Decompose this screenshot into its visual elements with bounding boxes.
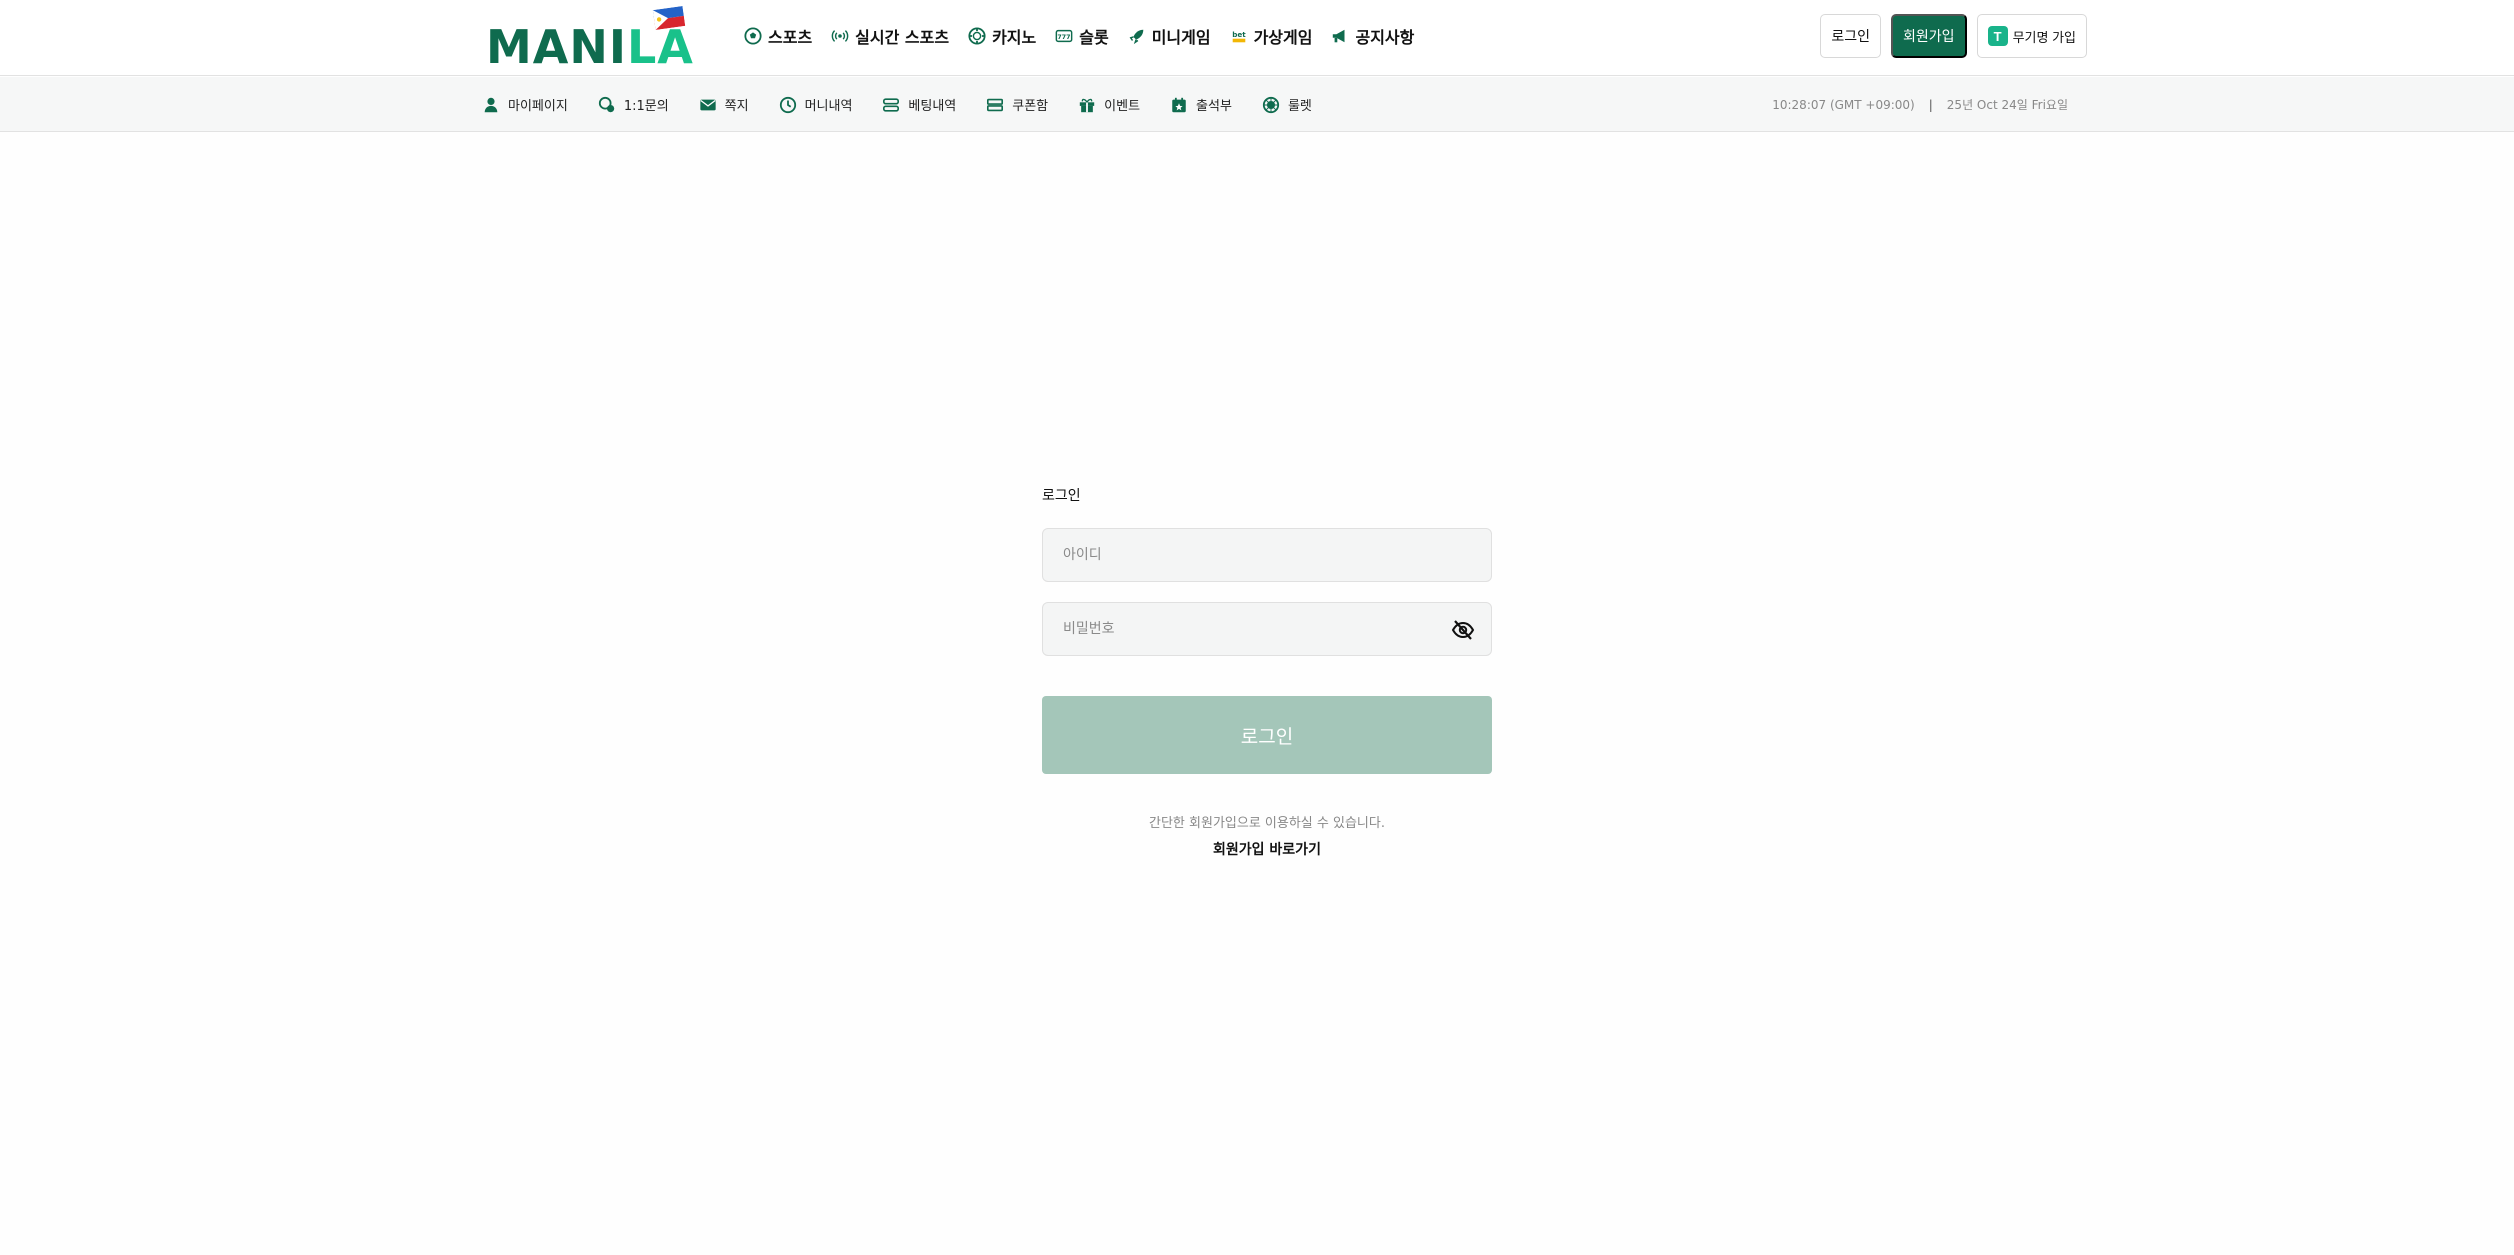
nav-item-label: 미니게임 <box>1151 28 1211 47</box>
nav-item-label: 스포츠 <box>768 28 813 47</box>
sub-item-inquiry[interactable]: 1:1문의 <box>598 95 669 114</box>
slot-machine-icon: 777 <box>1055 29 1073 43</box>
top-header: MANILA 스포츠 실시간 스포츠 카지노 777 슬롯 미니게임 bet 가… <box>0 0 2514 76</box>
envelope-icon <box>700 99 716 110</box>
nav-item-virtual-game[interactable]: bet 가상게임 <box>1230 24 1313 48</box>
login-button[interactable]: 로그인 <box>1820 14 1882 58</box>
nav-item-sports[interactable]: 스포츠 <box>744 24 812 48</box>
clock-icon <box>779 96 796 113</box>
id-field-wrap <box>1042 528 1492 582</box>
sub-item-label: 쪽지 <box>724 99 749 114</box>
sub-item-label: 이벤트 <box>1104 99 1141 114</box>
main-nav: 스포츠 실시간 스포츠 카지노 777 슬롯 미니게임 bet 가상게임 공지사… <box>744 22 1414 50</box>
sub-item-event[interactable]: 이벤트 <box>1078 95 1140 114</box>
bet-icon: bet <box>1232 30 1246 43</box>
svg-text:777: 777 <box>1058 34 1071 41</box>
sub-nav: 마이페이지 1:1문의 쪽지 머니내역 베팅내역 쿠폰함 이벤트 출석부 룰렛 <box>482 77 1312 132</box>
login-form: 로그인 로그인 간단한 회원가입으로 이용하실 수 있습니다. 회원가입 바로가… <box>1042 486 1492 859</box>
clock-date: 25년 Oct 24일 Fri요일 <box>1946 98 2068 112</box>
nav-item-label: 실시간 스포츠 <box>855 28 950 47</box>
chat-icon <box>598 96 615 112</box>
telegram-signup-label: 무기명 가입 <box>2012 29 2076 45</box>
signup-button[interactable]: 회원가입 <box>1891 14 1967 58</box>
login-submit-button[interactable]: 로그인 <box>1042 696 1492 774</box>
nav-item-casino[interactable]: 카지노 <box>968 24 1036 48</box>
login-title: 로그인 <box>1042 488 1081 504</box>
telegram-icon: T <box>1987 26 2008 46</box>
sub-item-mypage[interactable]: 마이페이지 <box>482 95 568 114</box>
nav-item-minigame[interactable]: 미니게임 <box>1128 24 1211 48</box>
nav-item-live-sports[interactable]: 실시간 스포츠 <box>831 24 949 48</box>
clock-separator: | <box>1928 97 1933 112</box>
nav-item-label: 가상게임 <box>1253 28 1313 47</box>
sub-nav-bar: 마이페이지 1:1문의 쪽지 머니내역 베팅내역 쿠폰함 이벤트 출석부 룰렛 … <box>0 77 2514 132</box>
megaphone-icon <box>1333 29 1345 43</box>
nav-item-notice[interactable]: 공지사항 <box>1331 24 1414 48</box>
gift-icon <box>1079 98 1095 112</box>
sub-item-label: 쿠폰함 <box>1012 99 1049 114</box>
sub-item-label: 마이페이지 <box>508 99 568 114</box>
sub-item-bet-history[interactable]: 베팅내역 <box>882 95 956 114</box>
clock-time: 10:28:07 (GMT +09:00) <box>1772 97 1915 112</box>
nav-item-slot[interactable]: 777 슬롯 <box>1055 24 1109 48</box>
password-field-wrap <box>1042 602 1492 656</box>
rocket-icon <box>1129 29 1143 45</box>
sub-item-label: 머니내역 <box>804 99 853 114</box>
logo-text: MANILA <box>486 20 694 74</box>
sub-item-coupon[interactable]: 쿠폰함 <box>986 95 1048 114</box>
broadcast-icon <box>831 30 849 42</box>
sub-item-label: 베팅내역 <box>908 99 957 114</box>
nav-item-label: 카지노 <box>992 28 1037 47</box>
roulette-icon <box>1262 96 1280 113</box>
sub-item-roulette[interactable]: 룰렛 <box>1262 95 1312 114</box>
nav-item-label: 슬롯 <box>1079 28 1109 47</box>
calendar-icon <box>1172 97 1186 112</box>
sub-item-label: 1:1문의 <box>623 99 669 114</box>
nav-item-label: 공지사항 <box>1355 28 1415 47</box>
soccer-ball-icon <box>744 27 762 45</box>
password-input[interactable] <box>1043 603 1491 655</box>
telegram-signup-button[interactable]: T 무기명 가입 <box>1976 14 2087 58</box>
svg-text:bet: bet <box>1232 30 1246 39</box>
signup-hint: 간단한 회원가입으로 이용하실 수 있습니다. <box>1149 816 1385 831</box>
signup-shortcut-link[interactable]: 회원가입 바로가기 <box>1042 839 1492 859</box>
auth-area: 로그인 회원가입 T 무기명 가입 <box>1820 14 2087 58</box>
sub-item-message[interactable]: 쪽지 <box>699 95 749 114</box>
sub-item-label: 출석부 <box>1196 99 1232 114</box>
sub-item-attendance[interactable]: 출석부 <box>1170 95 1232 114</box>
coupon-icon <box>987 98 1004 111</box>
id-input[interactable] <box>1043 529 1491 581</box>
server-clock: 10:28:07 (GMT +09:00) | 25년 Oct 24일 Fri요… <box>1772 77 2068 132</box>
sub-item-label: 룰렛 <box>1287 99 1312 114</box>
list-icon <box>883 97 900 112</box>
manila-logo[interactable]: MANILA <box>486 6 720 72</box>
casino-chip-icon <box>968 27 986 45</box>
eye-slash-icon[interactable] <box>1451 618 1475 642</box>
sub-item-money-history[interactable]: 머니내역 <box>779 95 853 114</box>
user-icon <box>484 97 498 112</box>
